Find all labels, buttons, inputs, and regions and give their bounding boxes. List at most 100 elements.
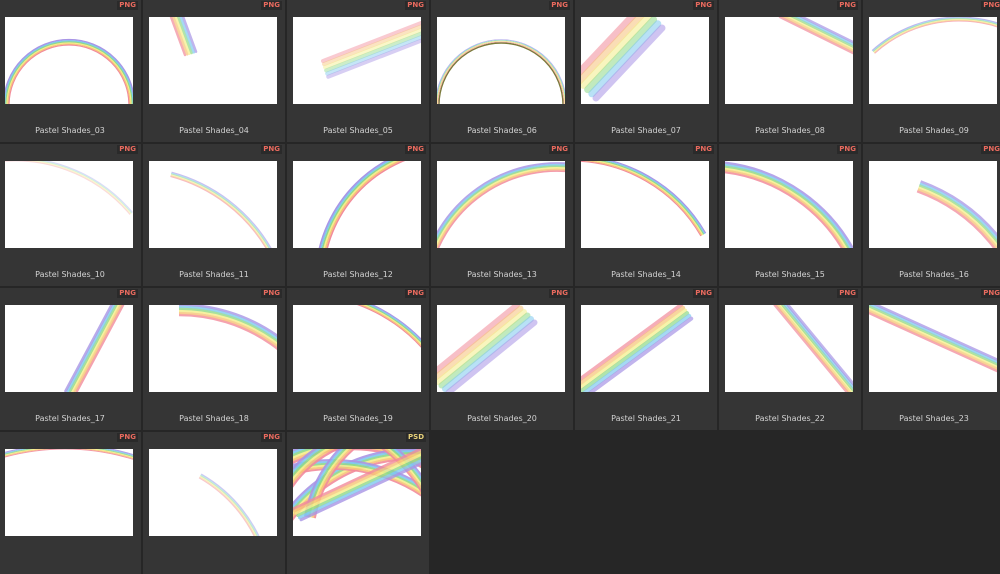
thumbnail-preview[interactable]: [293, 305, 421, 392]
rainbow-preview-image: [581, 161, 707, 237]
thumbnail-filename: Pastel Shades_09: [899, 126, 969, 135]
thumbnail-item[interactable]: PNG Pastel Shades_07: [575, 0, 717, 142]
thumbnail-preview[interactable]: [725, 161, 853, 248]
file-type-badge: PNG: [261, 289, 282, 298]
rainbow-preview-image: [64, 305, 125, 392]
thumbnail-grid: PNG Pastel Shades_03 PNG Pastel Shades_04 PN…: [0, 0, 1000, 574]
thumbnail-filename: Pastel Shades_12: [323, 270, 393, 279]
rainbow-preview-image: [869, 305, 997, 373]
thumbnail-item[interactable]: PNG Pastel Shades_16: [863, 144, 1000, 286]
thumbnail-item[interactable]: PNG Pastel Shades_17: [0, 288, 141, 430]
thumbnail-item[interactable]: PNG Pastel Shades_14: [575, 144, 717, 286]
file-type-badge: PNG: [117, 145, 138, 154]
thumbnail-filename: Pastel Shades_18: [179, 414, 249, 423]
file-type-badge: PNG: [117, 1, 138, 10]
thumbnail-item[interactable]: PNG Pastel Shades_09: [863, 0, 1000, 142]
rainbow-preview-image: [321, 21, 421, 79]
rainbow-preview-image: [169, 17, 198, 57]
file-type-badge: PNG: [549, 289, 570, 298]
thumbnail-preview[interactable]: [149, 305, 277, 392]
rainbow-preview-image: [581, 17, 666, 102]
thumbnail-item[interactable]: PSD: [287, 432, 429, 574]
thumbnail-filename: Pastel Shades_16: [899, 270, 969, 279]
thumbnail-filename: Pastel Shades_11: [179, 270, 249, 279]
thumbnail-preview[interactable]: [149, 449, 277, 536]
file-type-badge: PNG: [117, 289, 138, 298]
rainbow-preview-image: [871, 17, 997, 54]
thumbnail-preview[interactable]: [293, 161, 421, 248]
thumbnail-filename: Pastel Shades_08: [755, 126, 825, 135]
thumbnail-item[interactable]: PNG Pastel Shades_12: [287, 144, 429, 286]
thumbnail-filename: Pastel Shades_04: [179, 126, 249, 135]
thumbnail-preview[interactable]: [581, 17, 709, 104]
thumbnail-preview[interactable]: [869, 17, 997, 104]
thumbnail-preview[interactable]: [437, 17, 565, 104]
thumbnail-item[interactable]: PNG Pastel Shades_06: [431, 0, 573, 142]
thumbnail-filename: Pastel Shades_07: [611, 126, 681, 135]
thumbnail-item[interactable]: PNG Pastel Shades_20: [431, 288, 573, 430]
thumbnail-item[interactable]: PNG Pastel Shades_04: [143, 0, 285, 142]
thumbnail-preview[interactable]: [5, 17, 133, 104]
thumbnail-filename: Pastel Shades_03: [35, 126, 105, 135]
thumbnail-filename: Pastel Shades_23: [899, 414, 969, 423]
file-type-badge: PNG: [981, 1, 1000, 10]
thumbnail-preview[interactable]: [5, 305, 133, 392]
thumbnail-item[interactable]: PNG: [0, 432, 141, 574]
thumbnail-item[interactable]: PNG Pastel Shades_19: [287, 288, 429, 430]
file-type-badge: PNG: [981, 289, 1000, 298]
file-type-badge: PNG: [261, 1, 282, 10]
rainbow-preview-image: [725, 161, 853, 248]
thumbnail-preview[interactable]: [293, 449, 421, 536]
thumbnail-preview[interactable]: [869, 161, 997, 248]
thumbnail-filename: Pastel Shades_15: [755, 270, 825, 279]
thumbnail-item[interactable]: PNG Pastel Shades_03: [0, 0, 141, 142]
thumbnail-item[interactable]: PNG Pastel Shades_05: [287, 0, 429, 142]
thumbnail-filename: Pastel Shades_21: [611, 414, 681, 423]
thumbnail-preview[interactable]: [437, 161, 565, 248]
thumbnail-item[interactable]: PNG Pastel Shades_13: [431, 144, 573, 286]
thumbnail-filename: Pastel Shades_14: [611, 270, 681, 279]
rainbow-preview-image: [318, 161, 406, 248]
thumbnail-filename: Pastel Shades_20: [467, 414, 537, 423]
file-type-badge: PNG: [693, 145, 714, 154]
thumbnail-preview[interactable]: [581, 161, 709, 248]
thumbnail-preview[interactable]: [581, 305, 709, 392]
thumbnail-item[interactable]: PNG Pastel Shades_23: [863, 288, 1000, 430]
thumbnail-item[interactable]: PNG Pastel Shades_08: [719, 0, 861, 142]
file-type-badge: PNG: [405, 145, 426, 154]
file-type-badge: PNG: [405, 289, 426, 298]
thumbnail-preview[interactable]: [437, 305, 565, 392]
thumbnail-preview[interactable]: [5, 449, 133, 536]
rainbow-preview-image: [178, 305, 277, 351]
thumbnail-filename: Pastel Shades_17: [35, 414, 105, 423]
file-type-badge: PNG: [981, 145, 1000, 154]
rainbow-preview-image: [356, 305, 421, 348]
thumbnail-item[interactable]: PNG Pastel Shades_21: [575, 288, 717, 430]
thumbnail-item[interactable]: PNG Pastel Shades_15: [719, 144, 861, 286]
rainbow-preview-image: [5, 449, 133, 460]
file-type-badge: PNG: [693, 289, 714, 298]
file-type-badge: PNG: [837, 289, 858, 298]
rainbow-preview-image: [293, 449, 421, 522]
file-type-badge: PNG: [405, 1, 426, 10]
rainbow-preview-image: [437, 305, 538, 392]
thumbnail-item[interactable]: PNG Pastel Shades_10: [0, 144, 141, 286]
thumbnail-preview[interactable]: [293, 17, 421, 104]
file-type-badge: PNG: [261, 433, 282, 442]
thumbnail-preview[interactable]: [5, 161, 133, 248]
thumbnail-item[interactable]: PNG Pastel Shades_11: [143, 144, 285, 286]
file-type-badge: PNG: [261, 145, 282, 154]
thumbnail-preview[interactable]: [149, 17, 277, 104]
thumbnail-item[interactable]: PNG: [143, 432, 285, 574]
thumbnail-item[interactable]: PNG Pastel Shades_18: [143, 288, 285, 430]
thumbnail-preview[interactable]: [149, 161, 277, 248]
thumbnail-preview[interactable]: [725, 17, 853, 104]
thumbnail-preview[interactable]: [725, 305, 853, 392]
rainbow-preview-image: [916, 180, 997, 248]
rainbow-preview-image: [437, 162, 565, 248]
rainbow-preview-image: [170, 171, 272, 248]
file-type-badge: PNG: [693, 1, 714, 10]
thumbnail-item[interactable]: PNG Pastel Shades_22: [719, 288, 861, 430]
thumbnail-preview[interactable]: [869, 305, 997, 392]
thumbnail-filename: Pastel Shades_05: [323, 126, 393, 135]
